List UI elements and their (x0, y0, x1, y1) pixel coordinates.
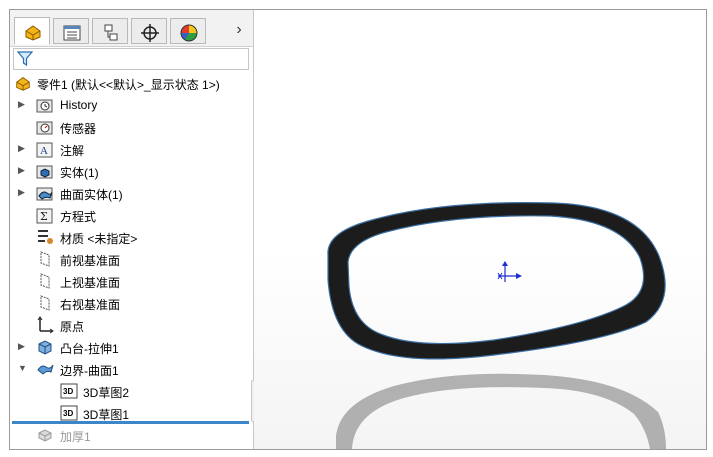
tree-item-boss-extrude1[interactable]: ▶ 凸台-拉伸1 (10, 336, 253, 358)
tree-item-label: 传感器 (60, 122, 97, 136)
part-icon (14, 74, 32, 92)
equations-folder-icon: Σ (36, 206, 54, 224)
collapse-arrow-icon[interactable]: ▼ (18, 363, 27, 373)
tree-item-label: 原点 (60, 320, 85, 334)
tree-item-origin[interactable]: 原点 (10, 314, 253, 336)
tab-propertymanager[interactable] (53, 18, 89, 44)
expand-arrow-icon[interactable]: ▶ (18, 187, 26, 197)
featuremanager-panel: › 零件1 (默认<<默认>_显示状态 1>) ▶ History 传感器 ▶ … (10, 10, 254, 449)
sensors-folder-icon (36, 118, 54, 136)
tree-item-label: History (60, 98, 98, 112)
tree-item-label: 加厚1 (60, 430, 91, 444)
tree-item-surface-bodies[interactable]: ▶ 曲面实体(1) (10, 182, 253, 204)
tree-item-sensors[interactable]: 传感器 (10, 116, 253, 138)
tree-item-boundary-surface1[interactable]: ▼ 边界-曲面1 (10, 358, 253, 380)
graphics-viewport[interactable] (254, 10, 706, 449)
history-folder-icon (36, 96, 54, 114)
tree-item-label: 上视基准面 (60, 276, 121, 290)
tree-item-top-plane[interactable]: 上视基准面 (10, 270, 253, 292)
tree-item-3d-sketch2[interactable]: 3D 3D草图2 (10, 380, 253, 402)
tree-item-equations[interactable]: Σ 方程式 (10, 204, 253, 226)
3d-sketch-badge: 3D (63, 409, 74, 418)
origin-icon (36, 316, 54, 334)
extrude-feature-icon (36, 338, 54, 356)
tab-scroll-right-button[interactable]: › (230, 20, 248, 40)
material-icon (36, 228, 54, 246)
plane-icon (36, 250, 54, 268)
tree-item-label: 前视基准面 (60, 254, 121, 268)
tab-featuremanager[interactable] (14, 17, 50, 45)
displaymanager-pie-icon (180, 24, 198, 42)
tree-item-material[interactable]: 材质 <未指定> (10, 226, 253, 248)
tree-item-label: 实体(1) (60, 166, 99, 180)
tree-item-label: 材质 <未指定> (60, 232, 138, 246)
tree-item-label: 右视基准面 (60, 298, 121, 312)
model-ring-body (327, 202, 666, 360)
solidworks-window: › 零件1 (默认<<默认>_显示状态 1>) ▶ History 传感器 ▶ … (9, 9, 707, 450)
featuremanager-icon (25, 25, 41, 41)
tree-filter-field[interactable] (13, 48, 249, 70)
origin-triad-icon (497, 261, 522, 282)
tab-configurationmanager[interactable] (92, 18, 128, 44)
manager-tab-bar: › (10, 10, 253, 47)
3d-sketch-badge: 3D (63, 387, 74, 396)
svg-text:Σ: Σ (40, 210, 48, 223)
filter-funnel-icon (16, 51, 34, 67)
svg-text:A: A (40, 145, 48, 157)
tree-item-label: 方程式 (60, 210, 97, 224)
boundary-surface-icon (36, 360, 54, 378)
tree-item-thicken1[interactable]: 加厚1 (10, 424, 253, 446)
expand-arrow-icon[interactable]: ▶ (18, 99, 26, 109)
tree-item-history[interactable]: ▶ History (10, 94, 253, 116)
tree-item-front-plane[interactable]: 前视基准面 (10, 248, 253, 270)
expand-arrow-icon[interactable]: ▶ (18, 341, 26, 351)
rollback-bar[interactable] (12, 421, 249, 424)
dimxpert-crosshair-icon (141, 24, 159, 42)
model-view (327, 202, 666, 449)
tree-item-annotations[interactable]: ▶ A 注解 (10, 138, 253, 160)
plane-icon (36, 272, 54, 290)
tree-item-right-plane[interactable]: 右视基准面 (10, 292, 253, 314)
annotations-folder-icon: A (36, 140, 54, 158)
model-reflection (336, 373, 666, 449)
tree-item-label: 注解 (60, 144, 85, 158)
solid-bodies-folder-icon (36, 162, 54, 180)
expand-arrow-icon[interactable]: ▶ (18, 165, 26, 175)
surface-bodies-folder-icon (36, 184, 54, 202)
configurationmanager-icon (104, 24, 118, 41)
expand-arrow-icon[interactable]: ▶ (18, 143, 26, 153)
tab-dimxpertmanager[interactable] (131, 18, 167, 44)
thicken-feature-icon (36, 426, 54, 444)
tree-root-part[interactable]: 零件1 (默认<<默认>_显示状态 1>) (10, 72, 253, 94)
tab-displaymanager[interactable] (170, 18, 206, 44)
tree-item-solid-bodies[interactable]: ▶ 实体(1) (10, 160, 253, 182)
tree-item-label: 凸台-拉伸1 (60, 342, 119, 356)
tree-item-label: 曲面实体(1) (60, 188, 123, 202)
tree-root-label: 零件1 (默认<<默认>_显示状态 1>) (37, 78, 220, 92)
tree-item-label: 边界-曲面1 (60, 364, 119, 378)
propertymanager-icon (63, 25, 81, 41)
plane-icon (36, 294, 54, 312)
tree-item-label: 3D草图2 (83, 386, 130, 400)
